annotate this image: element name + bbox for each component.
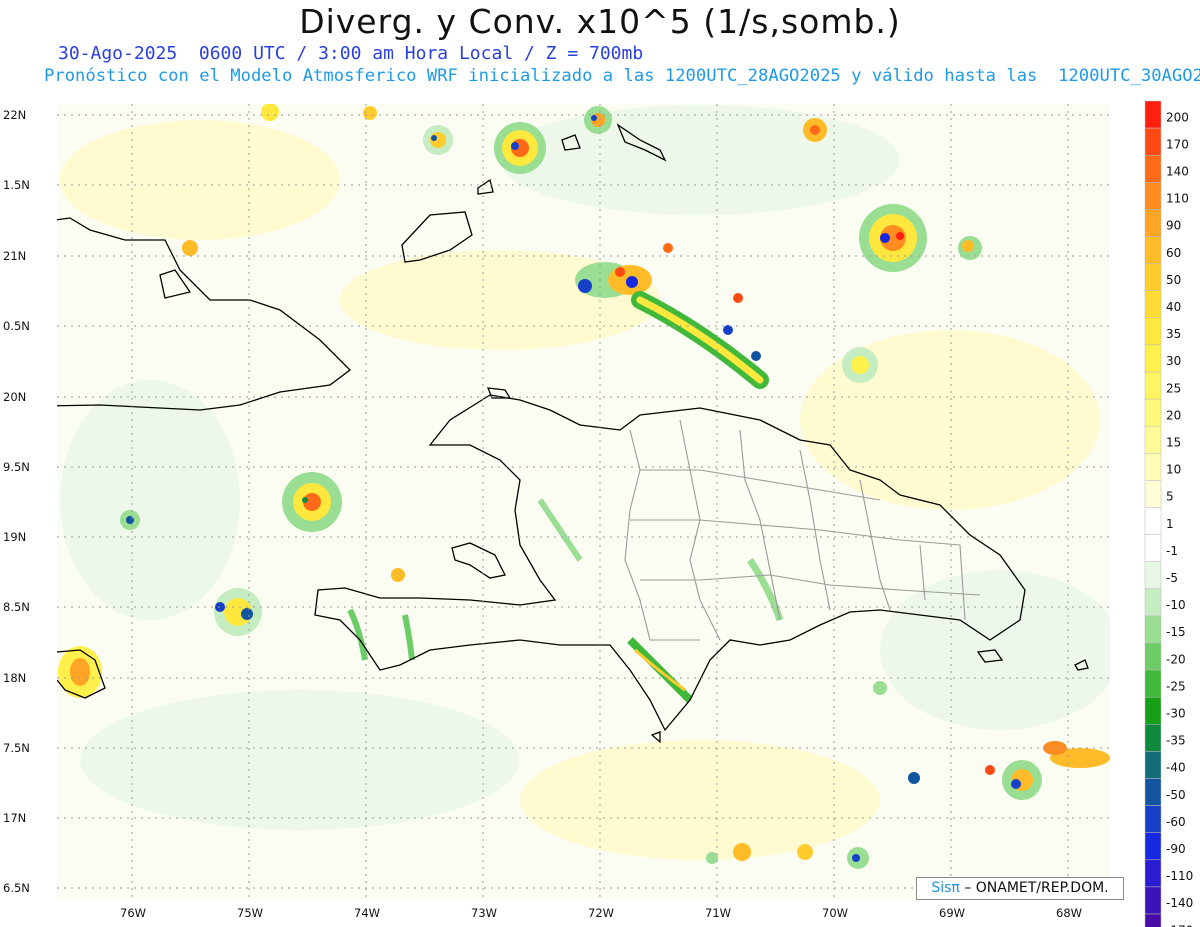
lat-labels: 22N 1.5N 21N 0.5N 20N 9.5N 19N 8.5N 18N …: [3, 108, 30, 895]
colorbar-label: 35: [1166, 327, 1181, 341]
lon-label: 70W: [822, 906, 848, 920]
colorbar: 200 170 140 110 90 60 50 40 35 30 25 20 15 10 5 1 -1 -5 -1…: [1144, 100, 1193, 927]
colorbar-swatch: [1144, 561, 1162, 590]
colorbar-label: -90: [1166, 842, 1186, 856]
cell-north-1: [494, 122, 546, 174]
colorbar-label: -35: [1166, 734, 1186, 748]
colorbar-label: -40: [1166, 761, 1186, 775]
field-layer: [57, 104, 1110, 899]
map-figure: 22N 1.5N 21N 0.5N 20N 9.5N 19N 8.5N 18N …: [3, 100, 1193, 927]
colorbar-label: -50: [1166, 788, 1186, 802]
lon-label: 68W: [1056, 906, 1082, 920]
colorbar-label: 15: [1166, 436, 1181, 450]
cell-north-2: [423, 125, 453, 155]
colorbar-swatch: [1144, 534, 1162, 562]
colorbar-swatch: [1144, 751, 1162, 779]
lon-label: 71W: [705, 906, 731, 920]
colorbar-swatch: [1144, 588, 1162, 617]
colorbar-swatch: [1144, 317, 1162, 346]
lat-label: 20N: [3, 390, 26, 404]
colorbar-swatch: [1144, 154, 1162, 183]
lat-label: 0.5N: [3, 319, 30, 333]
colorbar-swatch: [1144, 669, 1162, 698]
colorbar-swatch: [1144, 263, 1162, 291]
colorbar-swatch: [1144, 127, 1162, 156]
cell-west-3: [120, 510, 140, 530]
colorbar-label: -140: [1166, 896, 1193, 910]
colorbar-swatch: [1144, 182, 1162, 210]
colorbar-swatch: [1144, 209, 1162, 237]
lat-label: 1.5N: [3, 178, 30, 192]
colorbar-label: -60: [1166, 815, 1186, 829]
colorbar-label: 30: [1166, 354, 1181, 368]
colorbar-swatch: [1144, 859, 1162, 888]
lat-label: 8.5N: [3, 600, 30, 614]
lat-label: 17N: [3, 811, 26, 825]
colorbar-label: 40: [1166, 300, 1181, 314]
colorbar-swatch: [1144, 371, 1162, 400]
colorbar-swatch: [1144, 696, 1162, 725]
colorbar-label: 110: [1166, 192, 1189, 206]
colorbar-label: -15: [1166, 625, 1186, 639]
credit-box: Sisπ – ONAMET/REP.DOM.: [916, 877, 1124, 900]
lon-label: 72W: [588, 906, 614, 920]
credit-logo: Sisπ: [931, 880, 960, 896]
colorbar-swatch: [1144, 507, 1162, 535]
cell-ne-3: [842, 347, 878, 383]
colorbar-swatch: [1144, 425, 1162, 454]
colorbar-label: -110: [1166, 869, 1193, 883]
colorbar-label: -30: [1166, 707, 1186, 721]
colorbar-swatch: [1144, 615, 1162, 644]
lon-label: 74W: [354, 906, 380, 920]
colorbar-label: -25: [1166, 679, 1186, 693]
colorbar-swatch: [1144, 344, 1162, 373]
colorbar-swatch: [1144, 832, 1162, 861]
colorbar-label: -1: [1166, 544, 1178, 558]
lat-label: 9.5N: [3, 460, 30, 474]
colorbar-swatch: [1144, 886, 1162, 915]
colorbar-label: 170: [1166, 137, 1189, 151]
lon-label: 73W: [471, 906, 497, 920]
cell-north-3: [584, 106, 612, 134]
colorbar-label: 140: [1166, 165, 1189, 179]
colorbar-label: 5: [1166, 490, 1174, 504]
lon-labels: 76W 75W 74W 73W 72W 71W 70W 69W 68W: [120, 906, 1082, 920]
colorbar-label: 200: [1166, 110, 1189, 124]
lat-label: 22N: [3, 108, 26, 122]
lon-label: 76W: [120, 906, 146, 920]
colorbar-swatch: [1144, 778, 1162, 806]
colorbar-label: 10: [1166, 463, 1181, 477]
cell-ne-1: [859, 204, 927, 272]
colorbar-label: 50: [1166, 273, 1181, 287]
colorbar-label: -20: [1166, 652, 1186, 666]
colorbar-swatch: [1144, 236, 1162, 264]
colorbar-label: -170: [1166, 923, 1193, 927]
lon-label: 69W: [939, 906, 965, 920]
lat-label: 18N: [3, 671, 26, 685]
credit-text: – ONAMET/REP.DOM.: [959, 880, 1109, 896]
lat-label: 19N: [3, 530, 26, 544]
colorbar-swatch: [1144, 724, 1162, 752]
lat-label: 7.5N: [3, 741, 30, 755]
colorbar-swatch: [1144, 453, 1162, 481]
colorbar-swatch: [1144, 642, 1162, 671]
colorbar-swatch: [1144, 480, 1162, 508]
colorbar-label: 90: [1166, 219, 1181, 233]
lat-label: 6.5N: [3, 881, 30, 895]
colorbar-swatch: [1144, 290, 1162, 319]
colorbar-label: 25: [1166, 381, 1181, 395]
colorbar-swatch: [1144, 398, 1162, 427]
cell-west-2: [214, 588, 262, 636]
colorbar-swatch: [1144, 805, 1162, 833]
colorbar-label: -10: [1166, 598, 1186, 612]
lon-label: 75W: [237, 906, 263, 920]
colorbar-label: 20: [1166, 408, 1181, 422]
cell-west-1: [282, 472, 342, 532]
colorbar-swatch: [1144, 913, 1162, 927]
colorbar-swatch: [1144, 100, 1162, 129]
colorbar-label: -5: [1166, 571, 1178, 585]
lat-label: 21N: [3, 249, 26, 263]
colorbar-label: 1: [1166, 517, 1174, 531]
colorbar-label: 60: [1166, 246, 1181, 260]
